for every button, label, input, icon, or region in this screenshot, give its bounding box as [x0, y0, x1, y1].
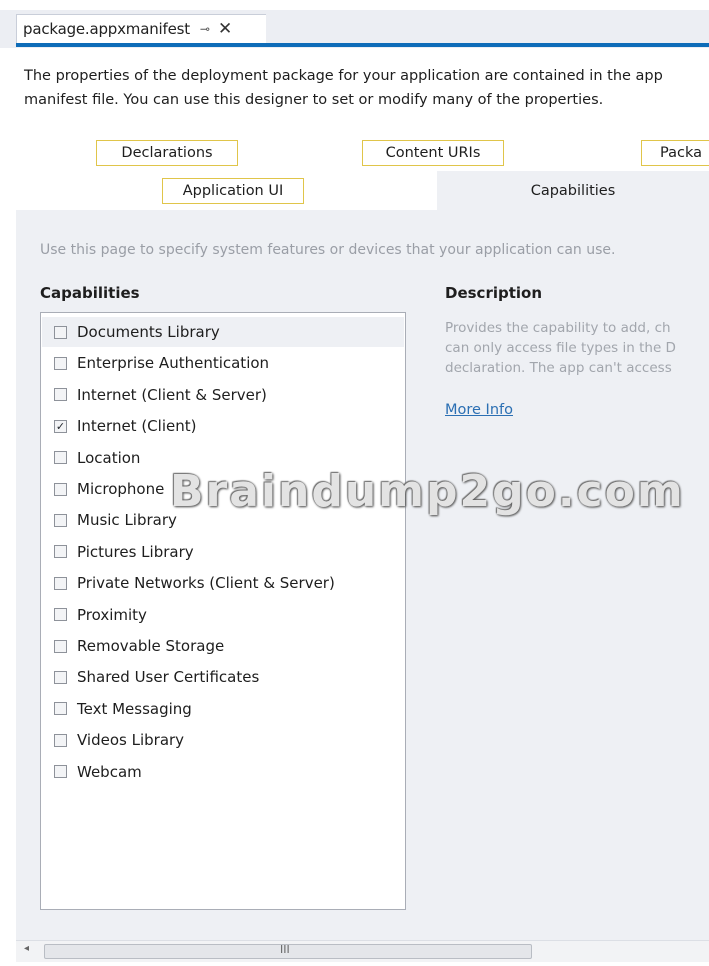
tab-content-uris[interactable]: Content URIs	[362, 140, 504, 166]
checkbox[interactable]	[54, 356, 67, 370]
checkbox[interactable]	[54, 482, 67, 496]
checkbox[interactable]	[54, 576, 67, 590]
checkbox-checked[interactable]: ✓	[54, 419, 67, 433]
checkbox[interactable]	[54, 513, 67, 527]
checkbox[interactable]	[54, 733, 67, 747]
document-tab-title: package.appxmanifest	[23, 20, 190, 38]
description-text: Provides the capability to add, ch can o…	[445, 320, 676, 376]
capability-row[interactable]: Removable Storage	[42, 631, 404, 661]
checkbox[interactable]	[54, 670, 67, 684]
capability-label: Private Networks (Client & Server)	[77, 574, 335, 593]
checkbox[interactable]	[54, 388, 67, 402]
capability-row[interactable]: Documents Library	[42, 317, 404, 347]
capability-label: Text Messaging	[77, 699, 192, 718]
checkbox[interactable]	[54, 545, 67, 559]
capability-row[interactable]: Webcam	[42, 757, 404, 787]
capability-label: Videos Library	[77, 731, 185, 750]
scroll-left-arrow-icon[interactable]: ◂	[24, 943, 29, 954]
checkbox[interactable]	[54, 639, 67, 653]
tab-packaging[interactable]: Packa	[641, 140, 709, 166]
checkbox[interactable]	[54, 608, 67, 622]
capability-row[interactable]: Enterprise Authentication	[42, 348, 404, 378]
capability-label: Microphone	[77, 480, 165, 498]
capability-label: Pictures Library	[77, 542, 194, 561]
capability-row[interactable]: ✓ Internet (Client)	[42, 411, 404, 441]
capability-row[interactable]: Shared User Certificates	[42, 662, 404, 692]
capabilities-list[interactable]: Documents Library Enterprise Authenticati…	[40, 312, 406, 910]
capability-row[interactable]: Proximity	[42, 600, 404, 630]
capability-label: Enterprise Authentication	[77, 354, 270, 373]
checkbox[interactable]	[54, 765, 67, 779]
tab-capabilities[interactable]: Capabilities	[437, 171, 709, 211]
capability-label: Proximity	[77, 605, 147, 624]
capability-row[interactable]: Text Messaging	[42, 694, 404, 724]
checkbox[interactable]	[54, 451, 67, 465]
capability-label: Internet (Client & Server)	[77, 385, 267, 404]
description-header: Description	[445, 284, 543, 302]
capability-label: Location	[77, 448, 141, 467]
top-margin	[0, 0, 709, 10]
tab-declarations[interactable]: Declarations	[96, 140, 238, 166]
tab-application-ui[interactable]: Application UI	[162, 178, 304, 204]
capability-label: Removable Storage	[77, 637, 225, 655]
close-icon[interactable]: ✕	[218, 19, 232, 39]
capabilities-header: Capabilities	[40, 284, 140, 302]
more-info-link[interactable]: More Info	[445, 402, 513, 418]
document-tab[interactable]: package.appxmanifest ⊸ ✕	[16, 14, 266, 43]
capability-label: Webcam	[77, 762, 142, 781]
capability-row[interactable]: Pictures Library	[42, 537, 404, 567]
capability-label: Music Library	[77, 511, 177, 530]
scrollbar-grip-icon: III	[280, 943, 290, 956]
checkbox[interactable]	[54, 702, 67, 716]
watermark: Braindump2go.com	[170, 466, 685, 517]
capability-row[interactable]: Internet (Client & Server)	[42, 380, 404, 410]
hint-text: Use this page to specify system features…	[40, 242, 616, 258]
capability-row[interactable]: Private Networks (Client & Server)	[42, 568, 404, 598]
capability-label: Internet (Client)	[77, 417, 197, 436]
capability-label: Documents Library	[77, 323, 220, 341]
active-document-underline	[16, 43, 709, 47]
capability-row[interactable]: Videos Library	[42, 725, 404, 755]
capability-label: Shared User Certificates	[77, 668, 260, 687]
pin-icon[interactable]: ⊸	[200, 22, 210, 36]
checkbox[interactable]	[54, 325, 67, 339]
intro-text: The properties of the deployment package…	[24, 68, 663, 108]
